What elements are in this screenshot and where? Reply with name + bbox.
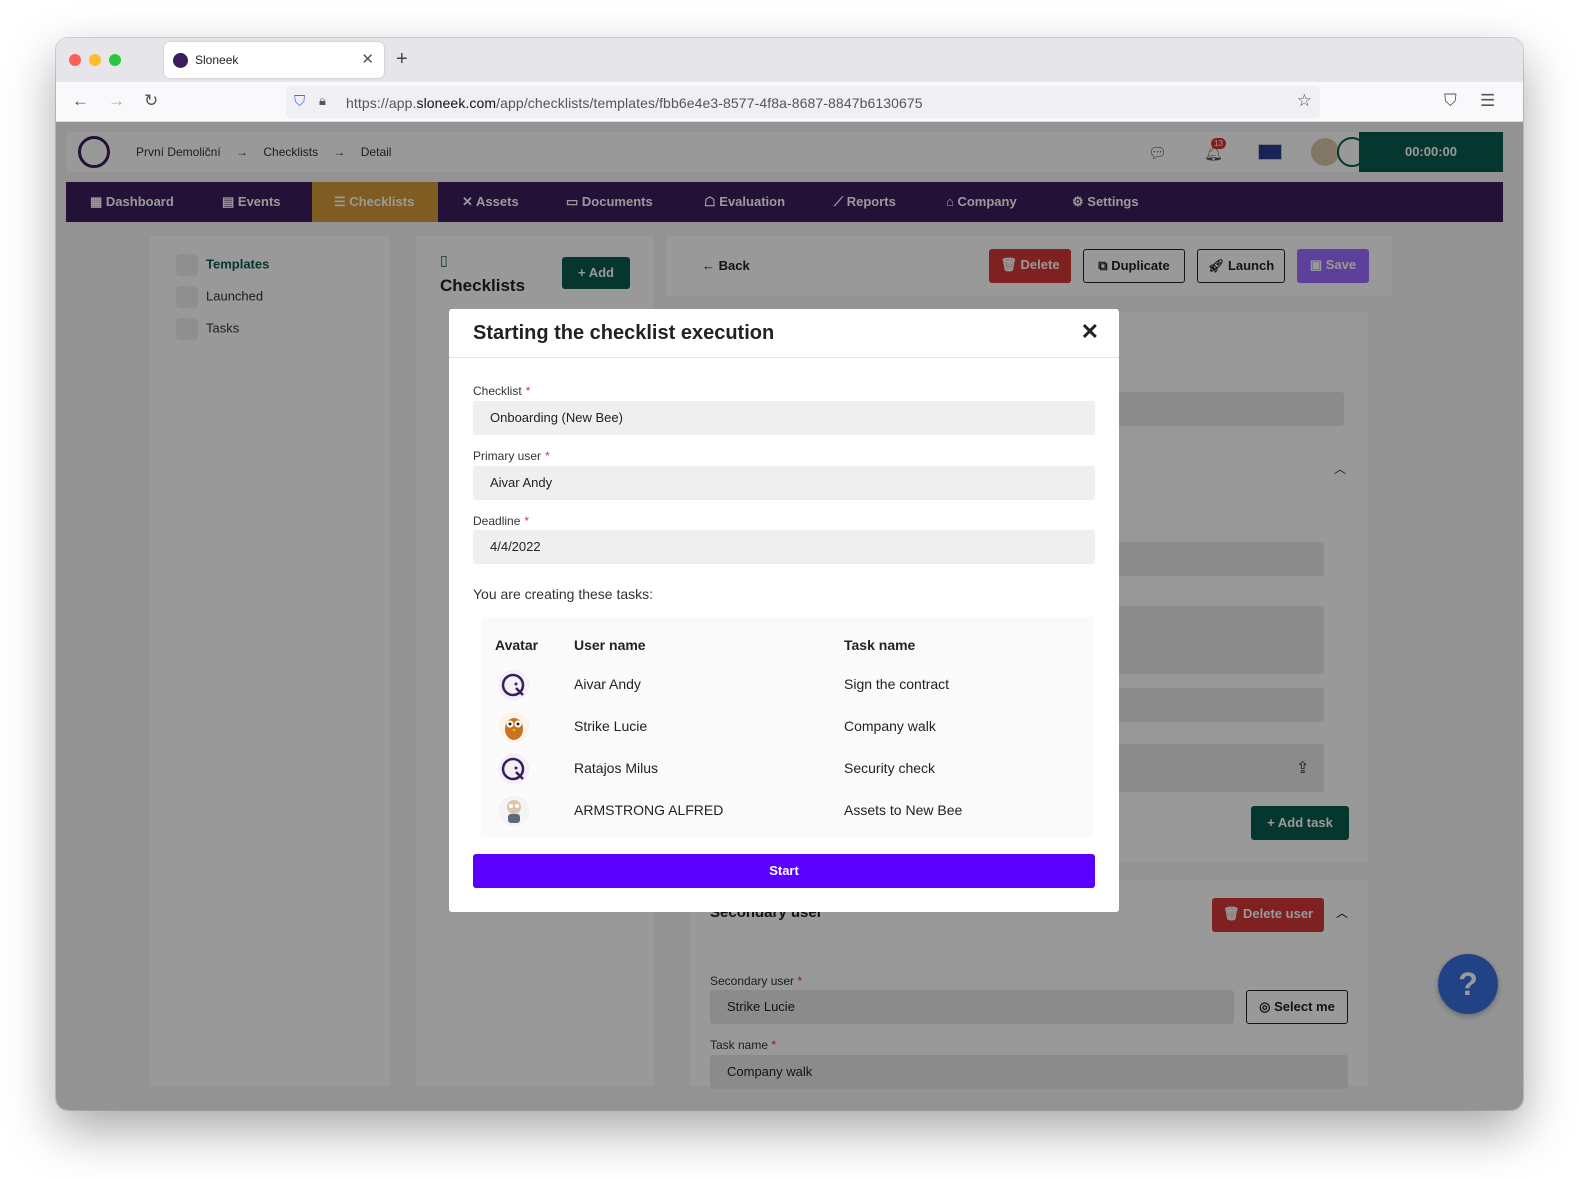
user-name: Ratajos Milus (574, 760, 659, 776)
task-name: Sign the contract (844, 676, 950, 692)
pocket-icon[interactable]: ⛉ (1444, 91, 1457, 111)
url-text[interactable]: https://app.sloneek.com/app/checklists/t… (346, 95, 923, 111)
table-row: Aivar Andy Sign the contract (481, 664, 1093, 706)
deadline-input[interactable]: 4/4/2022 (473, 530, 1095, 564)
forward-arrow-icon[interactable]: → (108, 91, 125, 111)
task-name: Assets to New Bee (844, 802, 963, 818)
minimize-window-button[interactable] (89, 54, 101, 66)
table-row: Ratajos Milus Security check (481, 748, 1093, 790)
user-name: Strike Lucie (574, 718, 648, 734)
table-row: ARMSTRONG ALFRED Assets to New Bee (481, 790, 1093, 832)
close-window-button[interactable] (69, 54, 81, 66)
favicon-icon (173, 53, 188, 68)
table-row: Strike Lucie Company walk (481, 706, 1093, 748)
tab-title: Sloneek (195, 53, 239, 67)
tasks-table: Avatar User name Task name Aivar Andy Si… (481, 617, 1093, 837)
user-name: ARMSTRONG ALFRED (574, 802, 724, 818)
user-name: Aivar Andy (574, 676, 641, 692)
deadline-label-text: Deadline (473, 514, 521, 528)
owl-avatar (497, 710, 531, 744)
primary-user-label-text: Primary user (473, 449, 542, 463)
required-mark: * (524, 514, 530, 528)
column-header-user-name: User name (574, 637, 646, 653)
launch-checklist-modal: Starting the checklist execution ✕ Check… (449, 309, 1119, 912)
lock-icon[interactable]: 🔒︎ (319, 93, 326, 109)
primary-user-input[interactable]: Aivar Andy (473, 466, 1095, 500)
close-tab-icon[interactable]: ✕ (361, 50, 374, 68)
reload-icon[interactable]: ↻ (144, 91, 158, 111)
column-header-task-name: Task name (844, 637, 916, 653)
new-tab-icon[interactable]: + (396, 48, 408, 71)
checklist-label: Checklist * (473, 384, 530, 398)
menu-icon[interactable]: ☰ (1480, 91, 1495, 111)
back-arrow-icon[interactable]: ← (72, 91, 89, 111)
modal-header: Starting the checklist execution ✕ (449, 309, 1119, 358)
zoom-window-button[interactable] (109, 54, 121, 66)
deadline-label: Deadline * (473, 514, 529, 528)
url-domain: sloneek.com (416, 95, 497, 111)
tasks-intro: You are creating these tasks: (473, 586, 654, 602)
required-mark: * (545, 449, 550, 463)
required-mark: * (525, 384, 531, 398)
checklist-label-text: Checklist (473, 384, 522, 398)
primary-user-label: Primary user * (473, 449, 550, 463)
modal-title: Starting the checklist execution (473, 322, 775, 344)
browser-nav-bar: ← → ↻ ⛉ 🔒︎ https://app.sloneek.com/app/c… (56, 82, 1523, 122)
url-path: /app/checklists/templates/fbb6e4e3-8577-… (496, 95, 923, 111)
shield-icon[interactable]: ⛉ (294, 93, 305, 110)
browser-tab[interactable]: Sloneek ✕ (164, 42, 384, 78)
browser-tab-bar: Sloneek ✕ + (56, 38, 1523, 82)
sloneek-logo-avatar (497, 668, 531, 702)
browser-window: Sloneek ✕ + ← → ↻ ⛉ 🔒︎ https://app.slone… (56, 38, 1523, 1110)
checklist-input[interactable]: Onboarding (New Bee) (473, 401, 1095, 435)
bookmark-star-icon[interactable]: ☆ (1297, 91, 1312, 111)
close-icon[interactable]: ✕ (1081, 319, 1099, 345)
sloneek-logo-avatar (497, 752, 531, 786)
url-prefix: https://app. (346, 95, 417, 111)
app-content: První Demoliční → Checklists → Detail 💬︎… (56, 122, 1523, 1110)
task-name: Company walk (844, 718, 936, 734)
task-name: Security check (844, 760, 936, 776)
start-button[interactable]: Start (473, 854, 1095, 888)
url-bar[interactable]: ⛉ 🔒︎ https://app.sloneek.com/app/checkli… (286, 86, 1320, 118)
astronaut-avatar (497, 794, 531, 828)
column-header-avatar: Avatar (495, 637, 539, 653)
